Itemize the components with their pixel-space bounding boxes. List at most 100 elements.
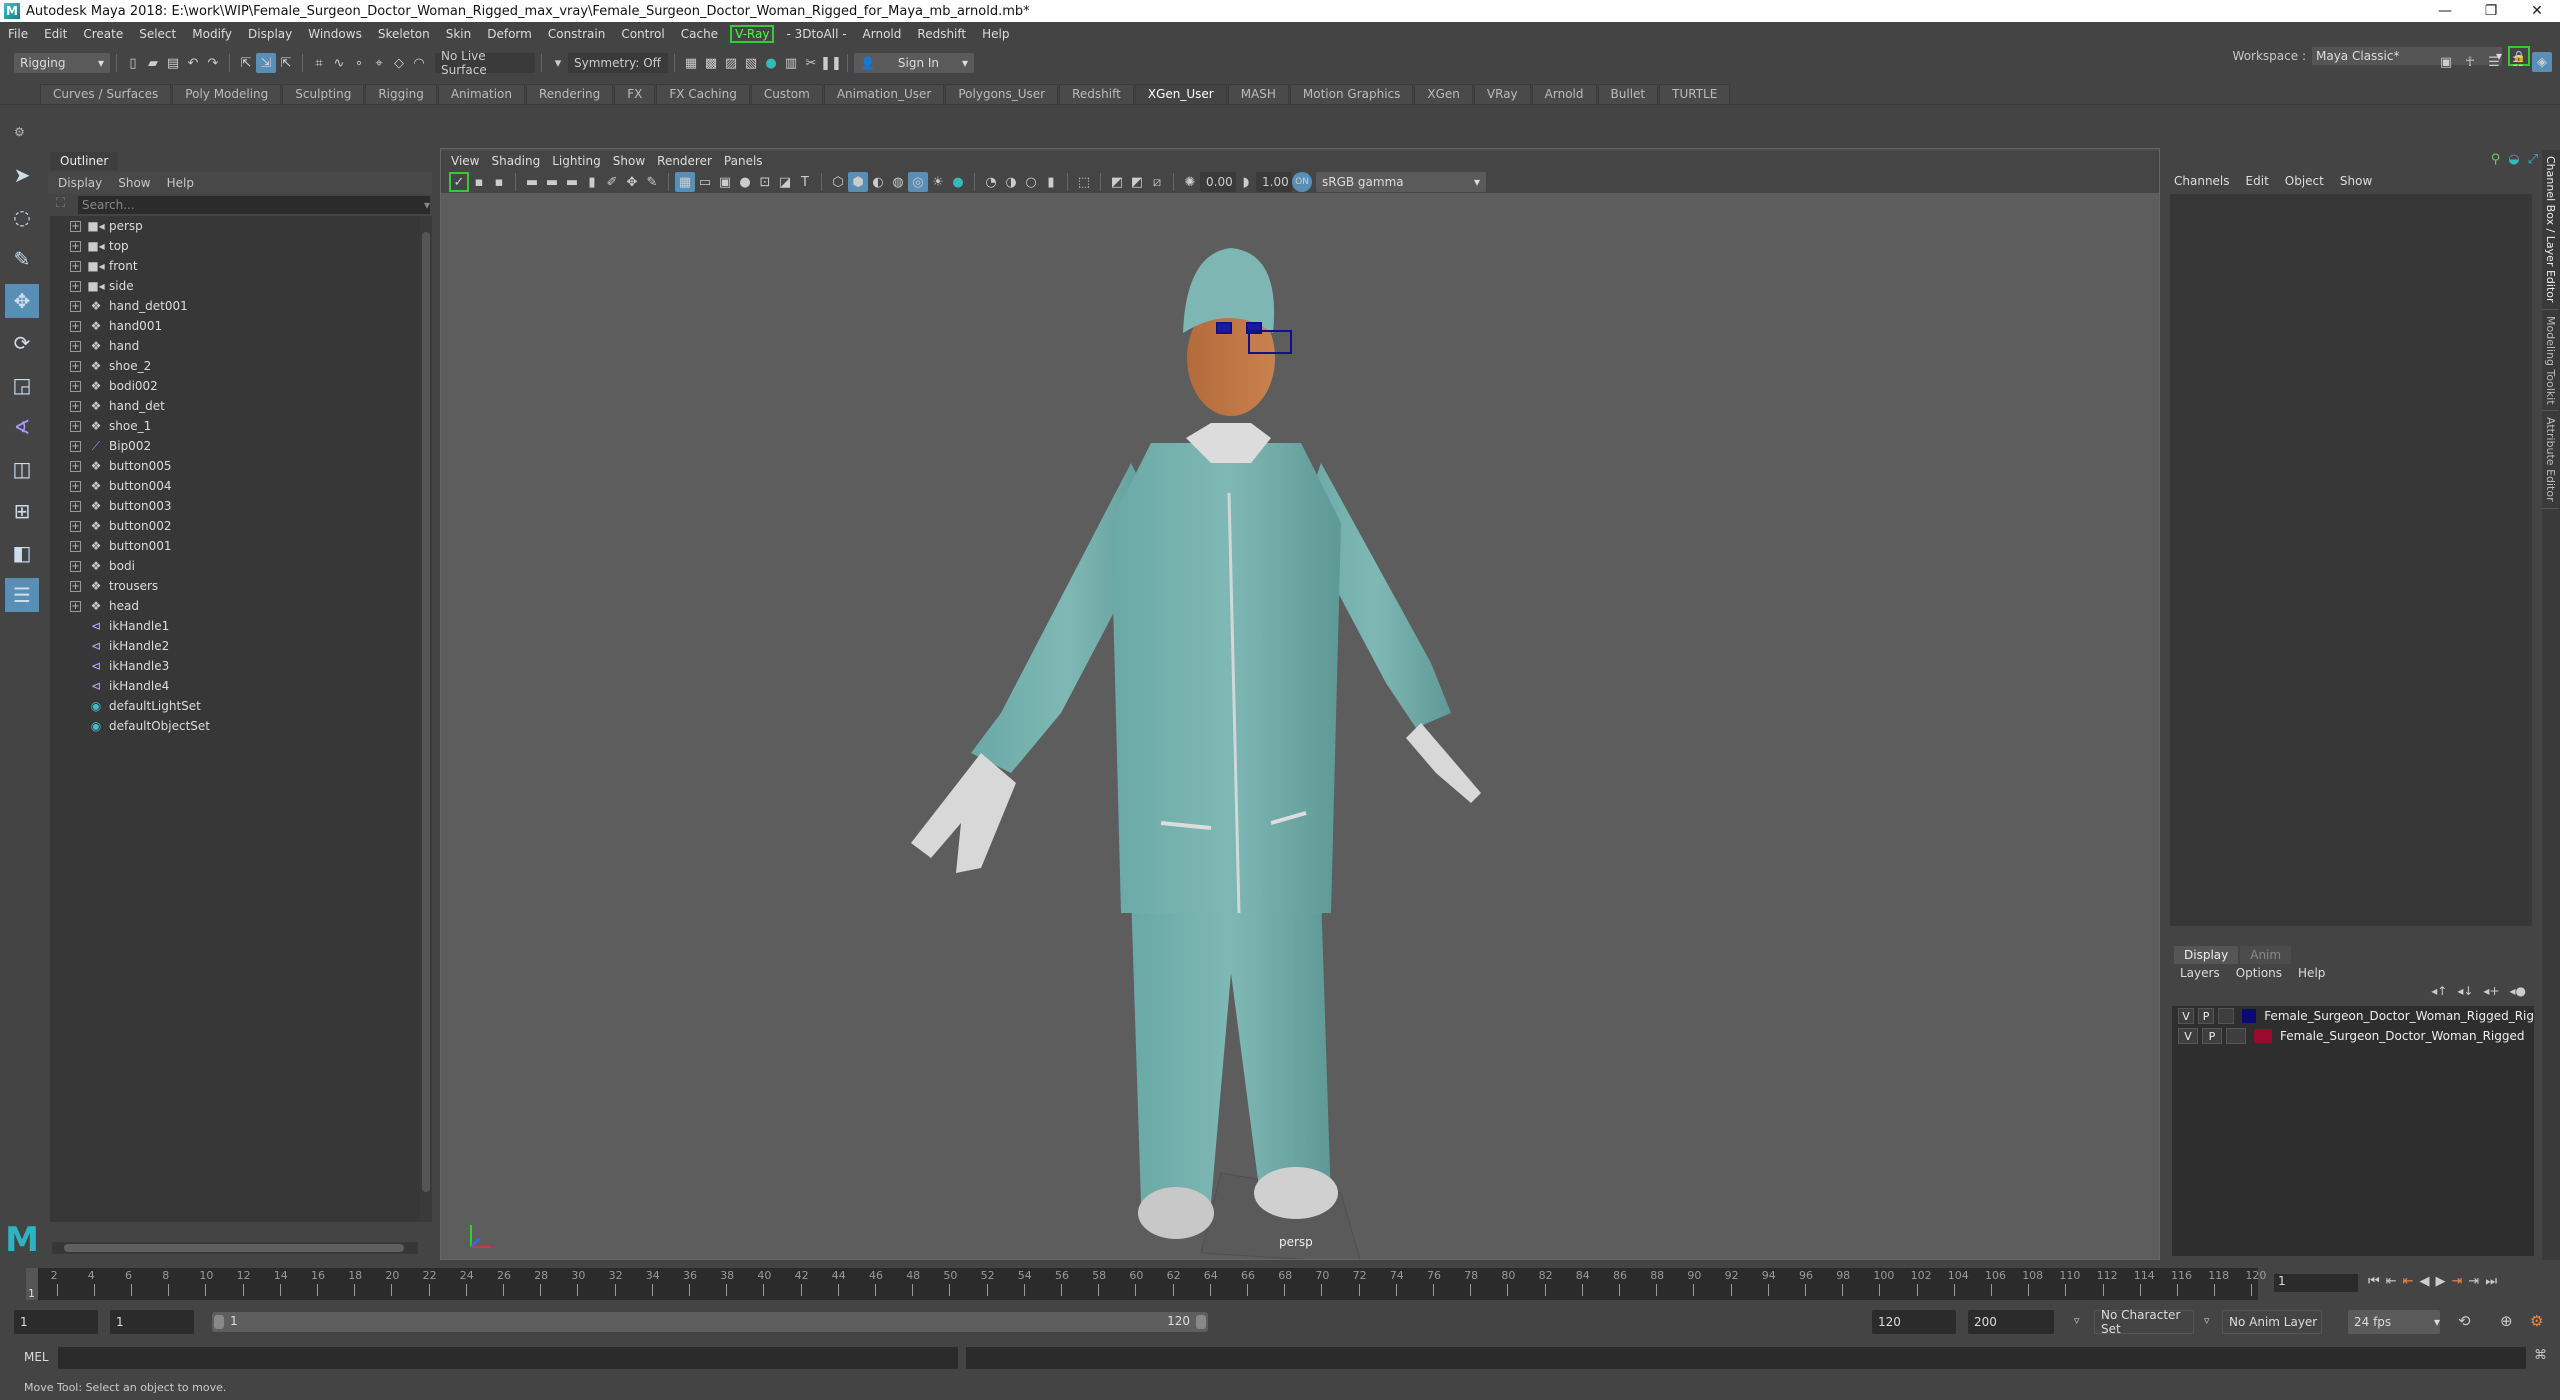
outliner-item[interactable]: + ❖ button002 [50, 516, 420, 536]
expand-icon[interactable]: + [70, 440, 81, 452]
channel-box-icon[interactable]: ◈ [2532, 52, 2552, 72]
menu-deform[interactable]: Deform [479, 27, 540, 41]
shelf-tab-animation[interactable]: Animation [437, 84, 525, 104]
four-view-layout-icon[interactable]: ⊞ [5, 494, 39, 528]
chevron-down-icon[interactable]: ▾ [548, 53, 568, 73]
pencil-icon[interactable]: ✎ [642, 172, 662, 192]
outliner-item[interactable]: + ❖ bodi [50, 556, 420, 576]
expand-icon[interactable]: + [70, 320, 81, 332]
outliner-item[interactable]: + ❖ button005 [50, 456, 420, 476]
character-set-field[interactable]: No Character Set [2094, 1308, 2194, 1336]
ipr-render-icon[interactable]: ▨ [721, 53, 741, 73]
layer-visibility-toggle[interactable]: V [2178, 1008, 2195, 1024]
menu-help[interactable]: Help [974, 27, 1017, 41]
loop-icon[interactable]: ⟲ [2458, 1312, 2471, 1330]
menu-select[interactable]: Select [131, 27, 184, 41]
viewport-3d-scene[interactable] [441, 193, 2159, 1259]
open-scene-icon[interactable]: ▰ [143, 53, 163, 73]
shelf-tab-sculpting[interactable]: Sculpting [282, 84, 365, 104]
select-tool-icon[interactable]: ➤ [5, 158, 39, 192]
shelf-settings-icon[interactable]: ⚙ [14, 125, 25, 139]
scene-end-field[interactable]: 200 [1968, 1310, 2054, 1334]
tool-settings-icon[interactable]: ☷ [2508, 52, 2528, 72]
bookmark-icon[interactable]: ▮ [582, 172, 602, 192]
expand-icon[interactable]: + [70, 300, 81, 312]
outliner-item[interactable]: ◉ defaultObjectSet [50, 716, 420, 736]
gate-mask-icon[interactable]: ● [735, 172, 755, 192]
grease-pencil-icon[interactable]: ✐ [602, 172, 622, 192]
vray-render-icon[interactable]: ▥ [781, 53, 801, 73]
view-transform-dropdown[interactable]: sRGB gamma ▾ [1316, 172, 1486, 192]
menu-skeleton[interactable]: Skeleton [370, 27, 438, 41]
outliner-item[interactable]: + ❖ bodi002 [50, 376, 420, 396]
outliner-item[interactable]: + ❖ shoe_2 [50, 356, 420, 376]
expand-icon[interactable]: + [70, 420, 81, 432]
outliner-item[interactable]: + ■◂ side [50, 276, 420, 296]
smooth-shade-icon[interactable]: ⬢ [848, 172, 868, 192]
viewport-menu-renderer[interactable]: Renderer [657, 154, 712, 168]
animation-preferences-icon[interactable]: ⚙ [2530, 1312, 2543, 1330]
xray-icon[interactable]: ◩ [1107, 172, 1127, 192]
menu-set-dropdown[interactable]: Rigging ▾ [14, 53, 110, 73]
layer-color-swatch[interactable] [2254, 1029, 2272, 1043]
outliner-item[interactable]: + ❖ button004 [50, 476, 420, 496]
scale-tool-icon[interactable]: ◲ [5, 368, 39, 402]
shelf-tab-rendering[interactable]: Rendering [526, 84, 614, 104]
pause-icon[interactable]: ❚❚ [820, 53, 842, 73]
save-scene-icon[interactable]: ▤ [163, 53, 183, 73]
redo-icon[interactable]: ↷ [203, 53, 223, 73]
outliner-item[interactable]: + ❖ hand_det [50, 396, 420, 416]
outliner-item[interactable]: + ❖ button003 [50, 496, 420, 516]
expand-icon[interactable]: + [70, 580, 81, 592]
layer-menu-options[interactable]: Options [2236, 966, 2282, 980]
snap-point-icon[interactable]: ∘ [349, 53, 369, 73]
outliner-item[interactable]: ⊲ ikHandle2 [50, 636, 420, 656]
expand-icon[interactable]: + [70, 340, 81, 352]
go-to-end-icon[interactable]: ⏭ [2485, 1274, 2497, 1289]
snap-view-plane-icon[interactable]: ◇ [389, 53, 409, 73]
expand-icon[interactable]: + [70, 520, 81, 532]
outliner-vertical-scrollbar[interactable] [420, 216, 432, 1222]
restore-button[interactable]: ❐ [2468, 0, 2514, 22]
select-camera-icon[interactable]: ✓ [449, 172, 469, 192]
default-material-icon[interactable]: ◐ [868, 172, 888, 192]
manipulator-icon[interactable]: ⚲ [2491, 152, 2501, 167]
play-forward-icon[interactable]: ▶ [2436, 1274, 2446, 1289]
attribute-editor-icon[interactable]: ☰ [2484, 52, 2504, 72]
outliner-item[interactable]: ⊲ ikHandle1 [50, 616, 420, 636]
channel-box-menu-channels[interactable]: Channels [2174, 174, 2230, 188]
side-tab-attribute-editor[interactable]: Attribute Editor [2542, 411, 2559, 509]
2d-pan-zoom-icon[interactable]: ✥ [622, 172, 642, 192]
layer-playback-toggle[interactable]: P [2198, 1008, 2215, 1024]
shelf-tab-turtle[interactable]: TURTLE [1659, 84, 1731, 104]
outliner-item[interactable]: + ■◂ front [50, 256, 420, 276]
paint-select-tool-icon[interactable]: ✎ [5, 242, 39, 276]
outliner-item[interactable]: + ❖ shoe_1 [50, 416, 420, 436]
shelf-tab-poly-modeling[interactable]: Poly Modeling [172, 84, 282, 104]
single-perspective-layout-icon[interactable]: ◫ [5, 452, 39, 486]
bookmarks-icon[interactable]: ▪ [489, 172, 509, 192]
step-forward-key-icon[interactable]: ⇥ [2452, 1274, 2463, 1289]
shelf-tab-curves-surfaces[interactable]: Curves / Surfaces [40, 84, 172, 104]
lasso-tool-icon[interactable]: ◌ [5, 200, 39, 234]
scrollbar-thumb[interactable] [422, 232, 430, 1192]
menu-cache[interactable]: Cache [673, 27, 726, 41]
shelf-tab-bullet[interactable]: Bullet [1597, 84, 1659, 104]
outliner-item[interactable]: + ❖ hand [50, 336, 420, 356]
symmetry-field[interactable]: Symmetry: Off [568, 53, 668, 73]
hypershade-icon[interactable]: ● [761, 53, 781, 73]
script-editor-icon[interactable]: ⌘ [2534, 1348, 2547, 1363]
menu-modify[interactable]: Modify [184, 27, 240, 41]
expand-icon[interactable]: + [70, 400, 81, 412]
outliner-menu-help[interactable]: Help [167, 176, 194, 190]
outliner-item[interactable]: + ■◂ top [50, 236, 420, 256]
viewport-menu-lighting[interactable]: Lighting [552, 154, 601, 168]
expand-icon[interactable]: + [70, 380, 81, 392]
range-slider[interactable]: 1 120 [212, 1312, 1208, 1332]
fps-dropdown[interactable]: 24 fps ▾ [2348, 1310, 2440, 1334]
outliner-item[interactable]: + ❖ trousers [50, 576, 420, 596]
safe-title-icon[interactable]: T [795, 172, 815, 192]
xray-joints-icon[interactable]: ⧄ [1147, 172, 1167, 192]
outliner-item[interactable]: + ■◂ persp [50, 216, 420, 236]
resolution-gate-icon[interactable]: ▣ [715, 172, 735, 192]
